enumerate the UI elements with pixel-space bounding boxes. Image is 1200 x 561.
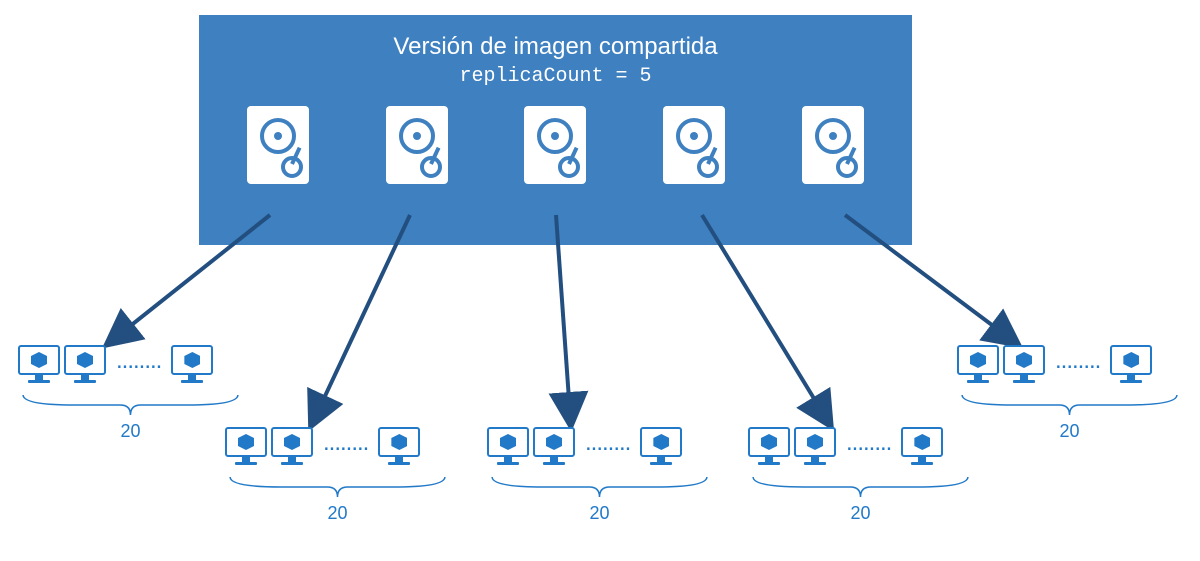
vm-icon: [957, 345, 999, 387]
vm-count-label: 20: [748, 503, 973, 524]
shared-image-version-box: Versión de imagen compartida replicaCoun…: [199, 15, 912, 245]
brace-icon: [957, 393, 1182, 419]
vm-group: ........ 20: [18, 345, 243, 442]
brace-icon: [225, 475, 450, 501]
disk-replica-row: [199, 106, 912, 184]
vm-icon: [748, 427, 790, 469]
vm-group: ........ 20: [487, 427, 712, 524]
vm-group: ........ 20: [957, 345, 1182, 442]
ellipsis-icon: ........: [317, 431, 374, 465]
vm-icon: [533, 427, 575, 469]
vm-icon: [487, 427, 529, 469]
ellipsis-icon: ........: [1049, 349, 1106, 383]
brace-icon: [487, 475, 712, 501]
box-title: Versión de imagen compartida: [199, 33, 912, 61]
vm-icon: [271, 427, 313, 469]
ellipsis-icon: ........: [579, 431, 636, 465]
vm-icon: [1110, 345, 1152, 387]
vm-icon: [171, 345, 213, 387]
vm-icon: [640, 427, 682, 469]
disk-icon: [247, 106, 309, 184]
disk-icon: [386, 106, 448, 184]
brace-icon: [18, 393, 243, 419]
vm-icon: [64, 345, 106, 387]
box-subtitle: replicaCount = 5: [199, 65, 912, 88]
vm-icon: [18, 345, 60, 387]
ellipsis-icon: ........: [110, 349, 167, 383]
vm-icon: [794, 427, 836, 469]
vm-count-label: 20: [957, 421, 1182, 442]
disk-icon: [802, 106, 864, 184]
ellipsis-icon: ........: [840, 431, 897, 465]
vm-group: ........ 20: [748, 427, 973, 524]
disk-icon: [663, 106, 725, 184]
vm-count-label: 20: [225, 503, 450, 524]
vm-group: ........ 20: [225, 427, 450, 524]
vm-icon: [901, 427, 943, 469]
disk-icon: [524, 106, 586, 184]
vm-count-label: 20: [18, 421, 243, 442]
vm-icon: [1003, 345, 1045, 387]
brace-icon: [748, 475, 973, 501]
vm-icon: [378, 427, 420, 469]
vm-icon: [225, 427, 267, 469]
vm-count-label: 20: [487, 503, 712, 524]
